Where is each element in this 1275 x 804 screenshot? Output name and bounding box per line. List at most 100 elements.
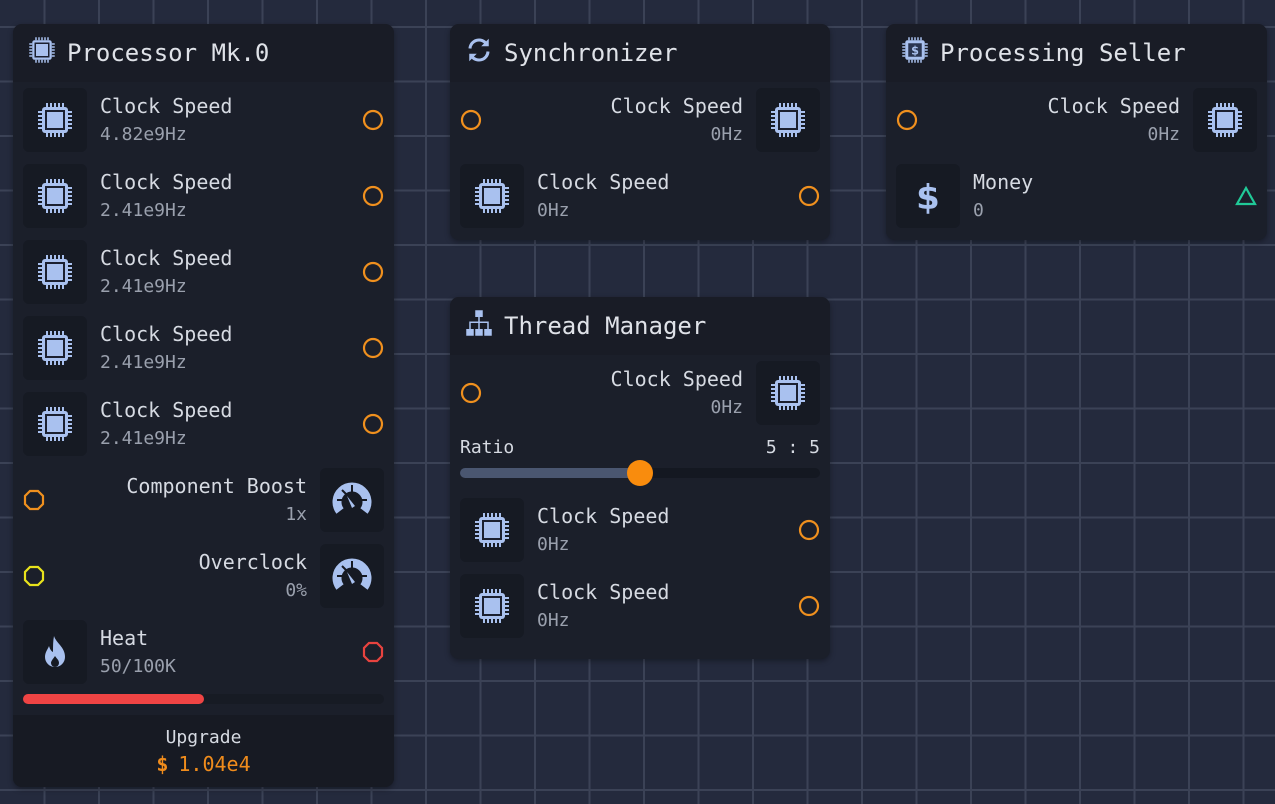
node-title: Processor Mk.0 <box>67 39 270 67</box>
row-clock-speed: Clock Speed 2.41e9Hz <box>13 234 394 310</box>
port-circle-orange-icon[interactable] <box>362 261 384 283</box>
upgrade-label: Upgrade <box>165 726 242 748</box>
row-heat: Heat 50/100K <box>13 614 394 690</box>
price-value: 1.04e4 <box>178 751 251 776</box>
port-circle-orange-icon[interactable] <box>362 413 384 435</box>
port-octagon-yellow-icon[interactable] <box>23 565 45 587</box>
gauge-icon <box>320 544 384 608</box>
heat-progress-bar <box>23 694 384 704</box>
row-clock-speed: Clock Speed 0Hz <box>450 492 830 568</box>
row-text: Component Boost 1x <box>45 471 320 529</box>
upgrade-button[interactable]: Upgrade $1.04e4 <box>13 715 394 787</box>
row-text: Clock Speed 4.82e9Hz <box>87 91 362 149</box>
chip-icon <box>23 164 87 228</box>
currency-icon: $ <box>156 751 169 776</box>
row-label: Clock Speed <box>537 504 670 528</box>
port-circle-orange-icon[interactable] <box>798 595 820 617</box>
row-value: 1x <box>285 504 307 525</box>
row-clock-speed: Clock Speed 0Hz <box>450 158 830 234</box>
row-label: Clock Speed <box>537 580 670 604</box>
row-text: Clock Speed 0Hz <box>524 501 798 559</box>
row-value: 0Hz <box>537 610 570 631</box>
row-text: Clock Speed 2.41e9Hz <box>87 243 362 301</box>
node-header[interactable]: Thread Manager <box>450 297 830 355</box>
row-text: Clock Speed 0Hz <box>482 364 756 422</box>
ratio-slider-knob[interactable] <box>627 460 653 486</box>
chip-icon <box>23 392 87 456</box>
row-value: 50/100K <box>100 656 176 677</box>
svg-text:$: $ <box>916 178 940 216</box>
node-processing-seller[interactable]: $ Processing Seller Clock Speed 0Hz $ Money 0 <box>886 24 1267 240</box>
row-label: Clock Speed <box>610 367 743 391</box>
row-value: 0Hz <box>537 534 570 555</box>
gauge-icon <box>320 468 384 532</box>
row-clock-speed: Clock Speed 0Hz <box>450 355 830 431</box>
row-clock-speed: Clock Speed 2.41e9Hz <box>13 158 394 234</box>
ratio-header: Ratio 5 : 5 <box>450 437 830 458</box>
row-label: Money <box>973 170 1034 194</box>
node-thread-manager[interactable]: Thread Manager Clock Speed 0Hz Ratio 5 : 5 Cl… <box>450 297 830 659</box>
row-label: Component Boost <box>126 474 307 498</box>
flame-icon <box>23 620 87 684</box>
row-text: Clock Speed 0Hz <box>918 91 1193 149</box>
row-label: Clock Speed <box>100 94 233 118</box>
chip-icon <box>23 316 87 380</box>
node-header[interactable]: $ Processing Seller <box>886 24 1267 82</box>
row-money: $ Money 0 <box>886 158 1267 234</box>
row-value: 0Hz <box>710 397 743 418</box>
row-value: 2.41e9Hz <box>100 352 187 373</box>
row-value: 2.41e9Hz <box>100 276 187 297</box>
row-text: Overclock 0% <box>45 547 320 605</box>
node-title: Processing Seller <box>940 39 1186 67</box>
svg-text:$: $ <box>911 45 919 58</box>
row-text: Clock Speed 2.41e9Hz <box>87 319 362 377</box>
chip-icon <box>23 88 87 152</box>
row-clock-speed: Clock Speed 2.41e9Hz <box>13 386 394 462</box>
node-title: Thread Manager <box>504 312 707 340</box>
row-text: Clock Speed 0Hz <box>482 91 756 149</box>
node-header[interactable]: Processor Mk.0 <box>13 24 394 82</box>
ratio-value: 5 : 5 <box>765 437 820 458</box>
row-label: Overclock <box>198 550 307 574</box>
port-circle-orange-icon[interactable] <box>460 382 482 404</box>
row-clock-speed: Clock Speed 2.41e9Hz <box>13 310 394 386</box>
port-circle-orange-icon[interactable] <box>362 337 384 359</box>
port-circle-orange-icon[interactable] <box>896 109 918 131</box>
ratio-slider[interactable] <box>460 460 820 486</box>
row-value: 4.82e9Hz <box>100 124 187 145</box>
port-circle-orange-icon[interactable] <box>362 185 384 207</box>
row-text: Heat 50/100K <box>87 623 362 681</box>
port-triangle-green-icon[interactable] <box>1235 185 1257 207</box>
ratio-label: Ratio <box>460 437 515 458</box>
upgrade-price: $1.04e4 <box>156 752 250 776</box>
sitemap-icon <box>464 308 494 344</box>
node-synchronizer[interactable]: Synchronizer Clock Speed 0Hz Clock Speed 0Hz <box>450 24 830 240</box>
node-header[interactable]: Synchronizer <box>450 24 830 82</box>
row-label: Heat <box>100 626 149 650</box>
port-octagon-orange-icon[interactable] <box>23 489 45 511</box>
chip-icon <box>460 574 524 638</box>
heat-progress-fill <box>23 694 204 704</box>
row-value: 0 <box>973 200 984 221</box>
port-circle-orange-icon[interactable] <box>798 519 820 541</box>
row-value: 0% <box>285 580 307 601</box>
row-label: Clock Speed <box>100 246 233 270</box>
row-label: Clock Speed <box>537 170 670 194</box>
row-value: 2.41e9Hz <box>100 428 187 449</box>
chip-icon <box>1193 88 1257 152</box>
node-processor[interactable]: Processor Mk.0 Clock Speed 4.82e9Hz Clock S… <box>13 24 394 787</box>
row-component-boost: Component Boost 1x <box>13 462 394 538</box>
row-label: Clock Speed <box>100 322 233 346</box>
port-circle-orange-icon[interactable] <box>362 109 384 131</box>
chip-icon <box>756 88 820 152</box>
row-clock-speed: Clock Speed 0Hz <box>450 82 830 158</box>
port-circle-orange-icon[interactable] <box>798 185 820 207</box>
sync-icon <box>464 35 494 71</box>
row-label: Clock Speed <box>1047 94 1180 118</box>
port-octagon-red-icon[interactable] <box>362 641 384 663</box>
row-text: Clock Speed 0Hz <box>524 577 798 635</box>
port-circle-orange-icon[interactable] <box>460 109 482 131</box>
chip-icon <box>756 361 820 425</box>
row-label: Clock Speed <box>100 170 233 194</box>
row-clock-speed: Clock Speed 0Hz <box>886 82 1267 158</box>
